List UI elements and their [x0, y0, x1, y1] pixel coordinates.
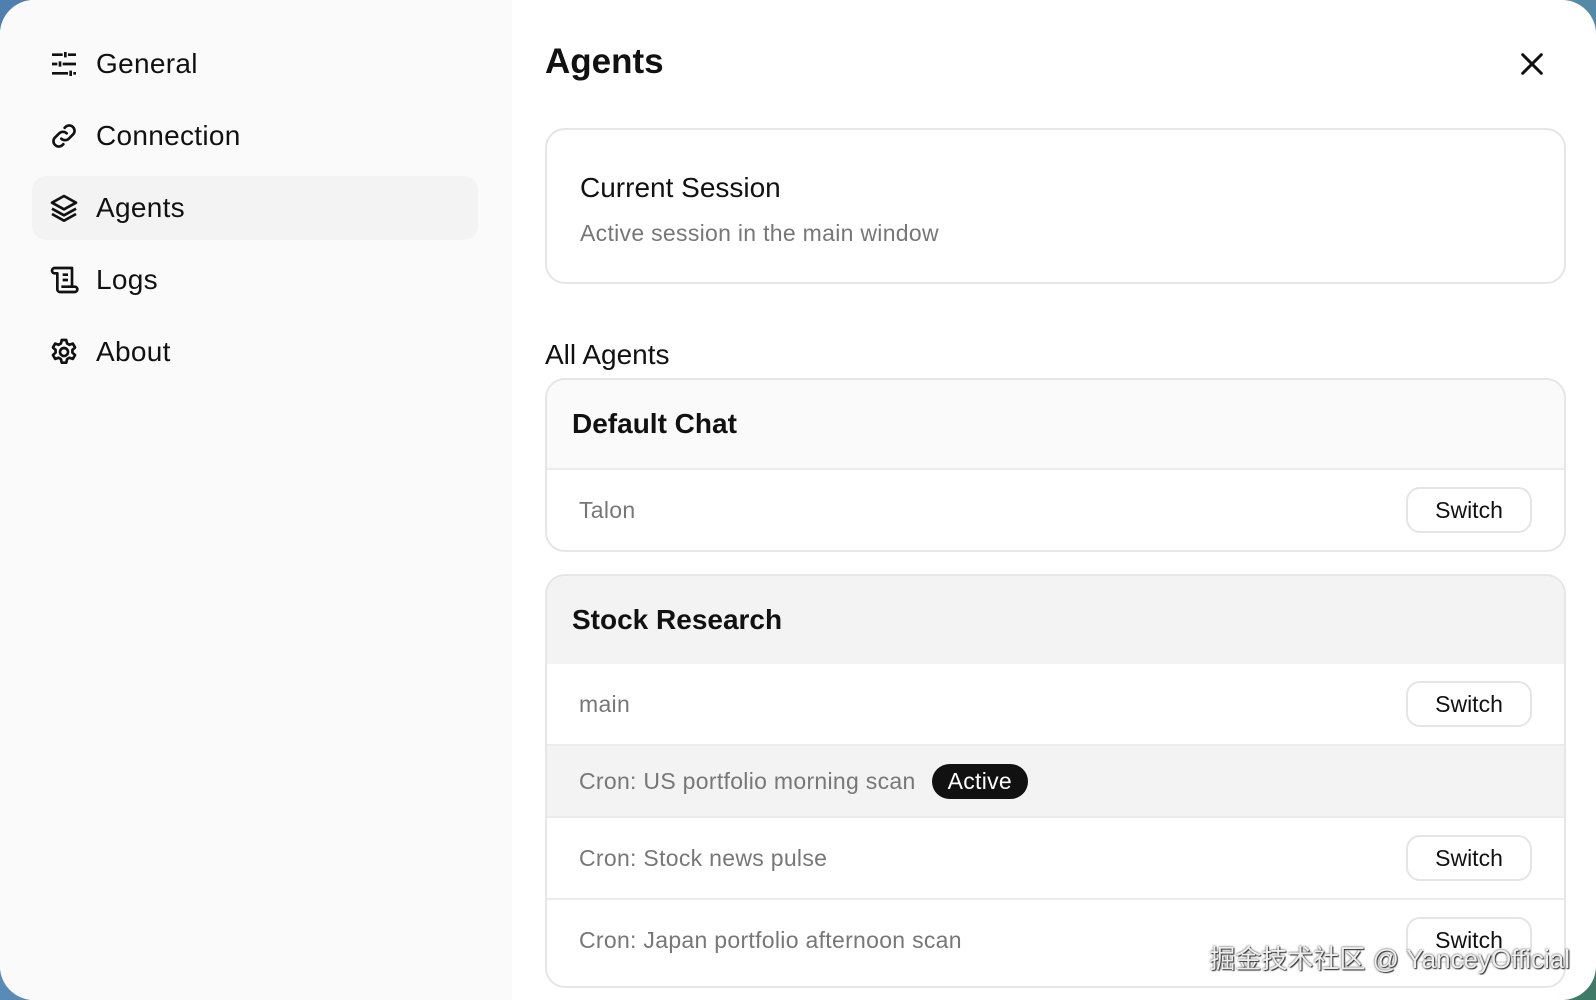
- main-panel: Agents Current Session Active session in…: [512, 0, 1596, 1000]
- sidebar-item-about[interactable]: About: [32, 320, 478, 384]
- page-title: Agents: [545, 42, 664, 81]
- agent-label: Cron: US portfolio morning scan: [579, 767, 916, 794]
- agent-label: Cron: Japan portfolio afternoon scan: [579, 926, 962, 953]
- all-agents-heading: All Agents: [545, 339, 670, 370]
- sidebar-item-general[interactable]: General: [32, 32, 478, 96]
- agent-label: main: [579, 690, 631, 717]
- agent-row: Cron: Stock news pulse Switch: [547, 816, 1564, 898]
- switch-button[interactable]: Switch: [1406, 681, 1532, 727]
- gear-icon: [51, 338, 77, 364]
- agent-row: main Switch: [547, 664, 1564, 744]
- agent-row-active: Cron: US portfolio morning scan Active: [547, 744, 1564, 816]
- scroll-icon: [50, 266, 79, 294]
- current-session-subtitle: Active session in the main window: [580, 220, 939, 246]
- agent-group-default-chat: Default Chat Talon Switch: [545, 378, 1566, 552]
- agent-label: Cron: Stock news pulse: [579, 844, 828, 871]
- layers-icon: [50, 194, 78, 222]
- sidebar: General Connection Agents Logs About: [0, 0, 512, 1000]
- switch-button[interactable]: Switch: [1406, 835, 1532, 881]
- group-title: Default Chat: [547, 380, 1564, 468]
- group-title: Stock Research: [547, 576, 1564, 664]
- sidebar-item-agents[interactable]: Agents: [32, 176, 478, 240]
- close-icon[interactable]: [1516, 48, 1548, 80]
- switch-button[interactable]: Switch: [1406, 487, 1532, 533]
- sliders-icon: [52, 52, 76, 76]
- current-session-card: Current Session Active session in the ma…: [545, 128, 1566, 284]
- link-icon: [52, 124, 76, 148]
- settings-window: General Connection Agents Logs About Age…: [0, 0, 1596, 1000]
- sidebar-item-logs[interactable]: Logs: [32, 248, 478, 312]
- sidebar-item-connection[interactable]: Connection: [32, 104, 478, 168]
- watermark: 掘金技术社区 @ YanceyOfficial: [1209, 944, 1570, 974]
- active-badge: Active: [931, 763, 1028, 799]
- agent-group-stock-research: Stock Research main Switch Cron: US port…: [545, 574, 1566, 988]
- agent-row: Talon Switch: [547, 468, 1564, 550]
- agent-label: Talon: [579, 496, 636, 523]
- current-session-title: Current Session: [580, 172, 781, 203]
